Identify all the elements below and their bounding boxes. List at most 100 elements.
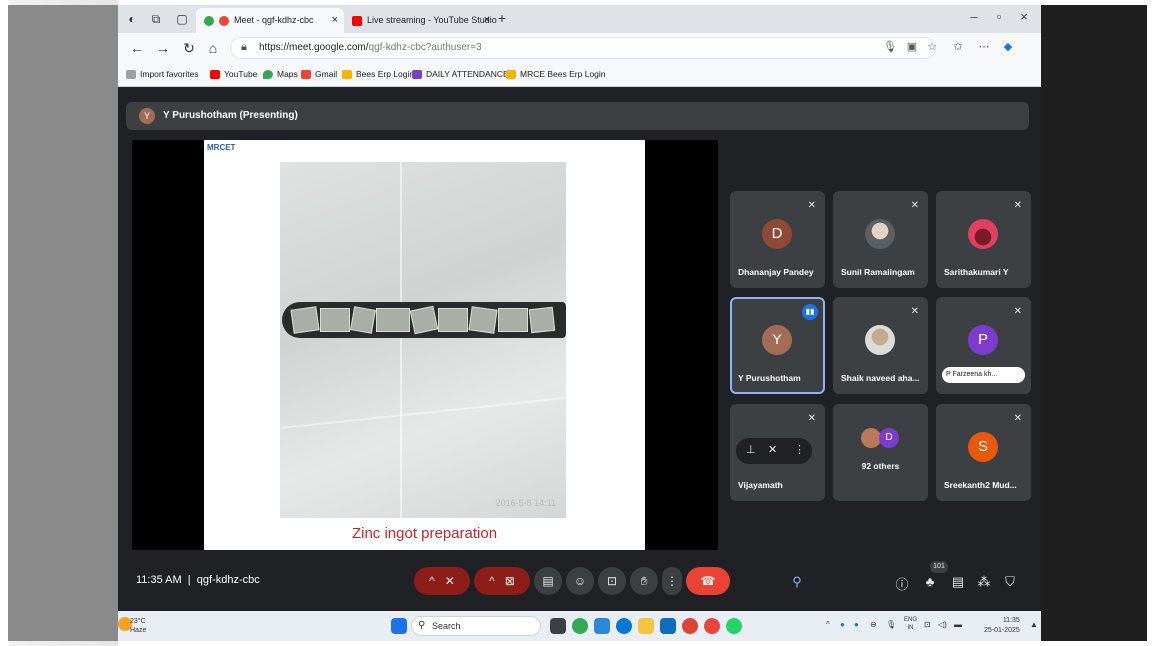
pin-icon[interactable]: ⊥ (746, 443, 756, 456)
participant-tile[interactable]: ✕ ⊥ ✕ ⋮ Vijayamath (730, 404, 825, 501)
tab-strip: ◐ ⧉ ▢ Meet - qgf-kdhz-cbc × Live streami… (118, 5, 1041, 33)
forward-icon[interactable]: → (154, 39, 172, 57)
new-tab-button[interactable]: + (494, 10, 510, 26)
close-tab-icon[interactable]: × (484, 8, 490, 33)
avatar: P (968, 325, 998, 355)
refresh-icon[interactable]: ↻ (180, 39, 198, 57)
participant-name: Dhananjay Pandey (738, 267, 814, 277)
outlook-icon[interactable] (660, 618, 676, 634)
task-view-icon[interactable] (550, 618, 566, 634)
microphone-button[interactable]: ^ ✕ (414, 567, 470, 595)
chrome-icon[interactable] (572, 618, 588, 634)
tab-meet[interactable]: Meet - qgf-kdhz-cbc × (196, 8, 344, 33)
chevron-up-icon[interactable]: ^ (489, 574, 495, 588)
network-icon[interactable]: ⊡ (924, 620, 931, 629)
meeting-details: 11:35 AM | qgf-kdhz-cbc (136, 574, 260, 586)
tab-youtube-studio[interactable]: Live streaming - YouTube Studio × (344, 8, 497, 33)
language-indicator[interactable]: ENG IN (904, 616, 917, 632)
browser-window: ◐ ⧉ ▢ Meet - qgf-kdhz-cbc × Live streami… (118, 5, 1041, 641)
bookmark-maps[interactable]: Maps (263, 69, 298, 80)
raise-hand-button[interactable]: ✋︎ (630, 567, 658, 595)
call-controls-bar: 11:35 AM | qgf-kdhz-cbc ^ ✕ ^ ⊠ ▤ ☺ ⊡ ✋︎… (118, 557, 1041, 603)
mic-off-icon: ✕ (1013, 306, 1022, 317)
chrome-profile-icon[interactable] (682, 618, 698, 634)
notification-bell-icon[interactable]: ▲ (1030, 620, 1038, 629)
activities-icon[interactable]: ⁂ (975, 574, 993, 590)
microphone-tray-icon[interactable]: 🎙︎ (886, 620, 896, 629)
file-explorer-icon[interactable] (638, 618, 654, 634)
copilot-icon[interactable] (594, 618, 610, 634)
paper-fold (280, 397, 566, 429)
more-icon[interactable]: ⋯ (976, 40, 992, 53)
participant-tile[interactable]: ✕ S Sreekanth2 Mud... (936, 404, 1031, 501)
edge-icon[interactable] (616, 618, 632, 634)
profile-icon[interactable]: ◐ (124, 11, 140, 27)
camera-icon[interactable]: ▣ (904, 40, 920, 53)
tab-actions-icon[interactable]: ▢ (174, 11, 190, 27)
workspaces-icon[interactable]: ⧉ (148, 11, 164, 27)
bookmark-mrce-bees-erp[interactable]: MRCE Bees Erp Login (506, 69, 606, 80)
chat-icon[interactable]: ▤ (949, 574, 967, 590)
avatar: Y (762, 325, 792, 355)
taskbar-clock[interactable]: 11:35 25-01-2025 (984, 616, 1020, 636)
reactions-button[interactable]: ☺ (566, 567, 594, 595)
bookmark-gmail[interactable]: Gmail (301, 69, 337, 80)
host-controls-icon[interactable]: ⛉ (1001, 574, 1019, 590)
screenshot-frame: ◐ ⧉ ▢ Meet - qgf-kdhz-cbc × Live streami… (0, 0, 1155, 646)
tray-app-icon[interactable]: ● (840, 620, 845, 629)
captions-button[interactable]: ▤ (534, 567, 562, 595)
mute-participant-icon[interactable]: ✕ (768, 443, 777, 456)
more-options-button[interactable]: ⋮ (662, 567, 682, 595)
participant-tile[interactable]: ✕ Sunil Ramalingam (833, 191, 928, 288)
bookmark-youtube[interactable]: YouTube (210, 69, 257, 80)
college-logo: MRCET (207, 143, 236, 152)
participant-name: Y Purushotham (738, 373, 801, 383)
meeting-code: qgf-kdhz-cbc (196, 574, 260, 586)
mic-off-icon: ✕ (1013, 413, 1022, 424)
participant-tile[interactable]: ✕ P P Farzeena kh... (936, 297, 1031, 394)
site-info-icon[interactable]: 🔒︎ (241, 41, 247, 54)
favorites-icon[interactable]: ✩ (950, 40, 966, 53)
minimize-icon[interactable]: – (964, 9, 984, 24)
tray-app-icon[interactable]: ⊖ (870, 620, 877, 629)
copilot-icon[interactable]: ◆ (1000, 40, 1016, 53)
chrome-app-icon[interactable] (704, 618, 720, 634)
battery-icon[interactable]: ▬ (954, 620, 962, 629)
participant-tile[interactable]: ✕ Sarithakumari Y (936, 191, 1031, 288)
avatar (865, 325, 895, 355)
chevron-up-icon[interactable]: ^ (429, 574, 435, 588)
weather-widget[interactable]: 23°C Haze (130, 617, 146, 635)
more-options-icon[interactable]: ⋮ (794, 443, 805, 456)
participant-tile[interactable]: ✕ Shaik naveed aha... (833, 297, 928, 394)
camera-button[interactable]: ^ ⊠ (474, 567, 530, 595)
windows-start-icon[interactable] (391, 618, 407, 634)
volume-icon[interactable]: ◁) (938, 620, 947, 629)
tray-app-icon[interactable]: ● (854, 620, 859, 629)
present-button[interactable]: ⊡ (598, 567, 626, 595)
maximize-icon[interactable]: ▫ (989, 9, 1009, 24)
microphone-icon[interactable]: 🎙︎ (882, 40, 898, 53)
bookmark-daily-attendance[interactable]: DAILY ATTENDANCE... (412, 69, 516, 80)
people-icon[interactable]: ♣ (921, 574, 939, 589)
participant-tile[interactable]: ▮▮ Y Y Purushotham (730, 297, 825, 394)
favorite-star-icon[interactable]: ☆ (924, 40, 940, 53)
bookmark-bees-erp[interactable]: Bees Erp Login (342, 69, 414, 80)
close-tab-icon[interactable]: × (332, 8, 338, 33)
bookmark-import-favorites[interactable]: Import favorites (126, 69, 199, 80)
leave-call-button[interactable]: ☎︎ (686, 567, 730, 595)
home-icon[interactable]: ⌂ (204, 39, 222, 57)
show-hidden-icons-icon[interactable]: ^ (826, 620, 830, 629)
back-icon[interactable]: ← (128, 39, 146, 57)
gmail-icon (301, 70, 311, 80)
captions-icon: ▤ (542, 574, 554, 588)
address-input[interactable]: 🔒︎ https://meet.google.com/qgf-kdhz-cbc?… (230, 37, 936, 59)
presentation-stage: MRCET 2016-5-8 14:11 Zinc ingot preparat… (132, 140, 718, 550)
others-tile[interactable]: D 92 others (833, 404, 928, 501)
taskbar-search[interactable]: ⚲ Search (411, 616, 541, 636)
photo-timestamp: 2016-5-8 14:11 (495, 498, 556, 508)
hand-raise-indicator-icon[interactable]: ⚲ (788, 574, 806, 590)
close-window-icon[interactable]: × (1014, 9, 1034, 24)
participant-tile[interactable]: ✕ D Dhananjay Pandey (730, 191, 825, 288)
meeting-info-icon[interactable]: ⓘ (893, 574, 911, 593)
whatsapp-icon[interactable] (726, 618, 742, 634)
